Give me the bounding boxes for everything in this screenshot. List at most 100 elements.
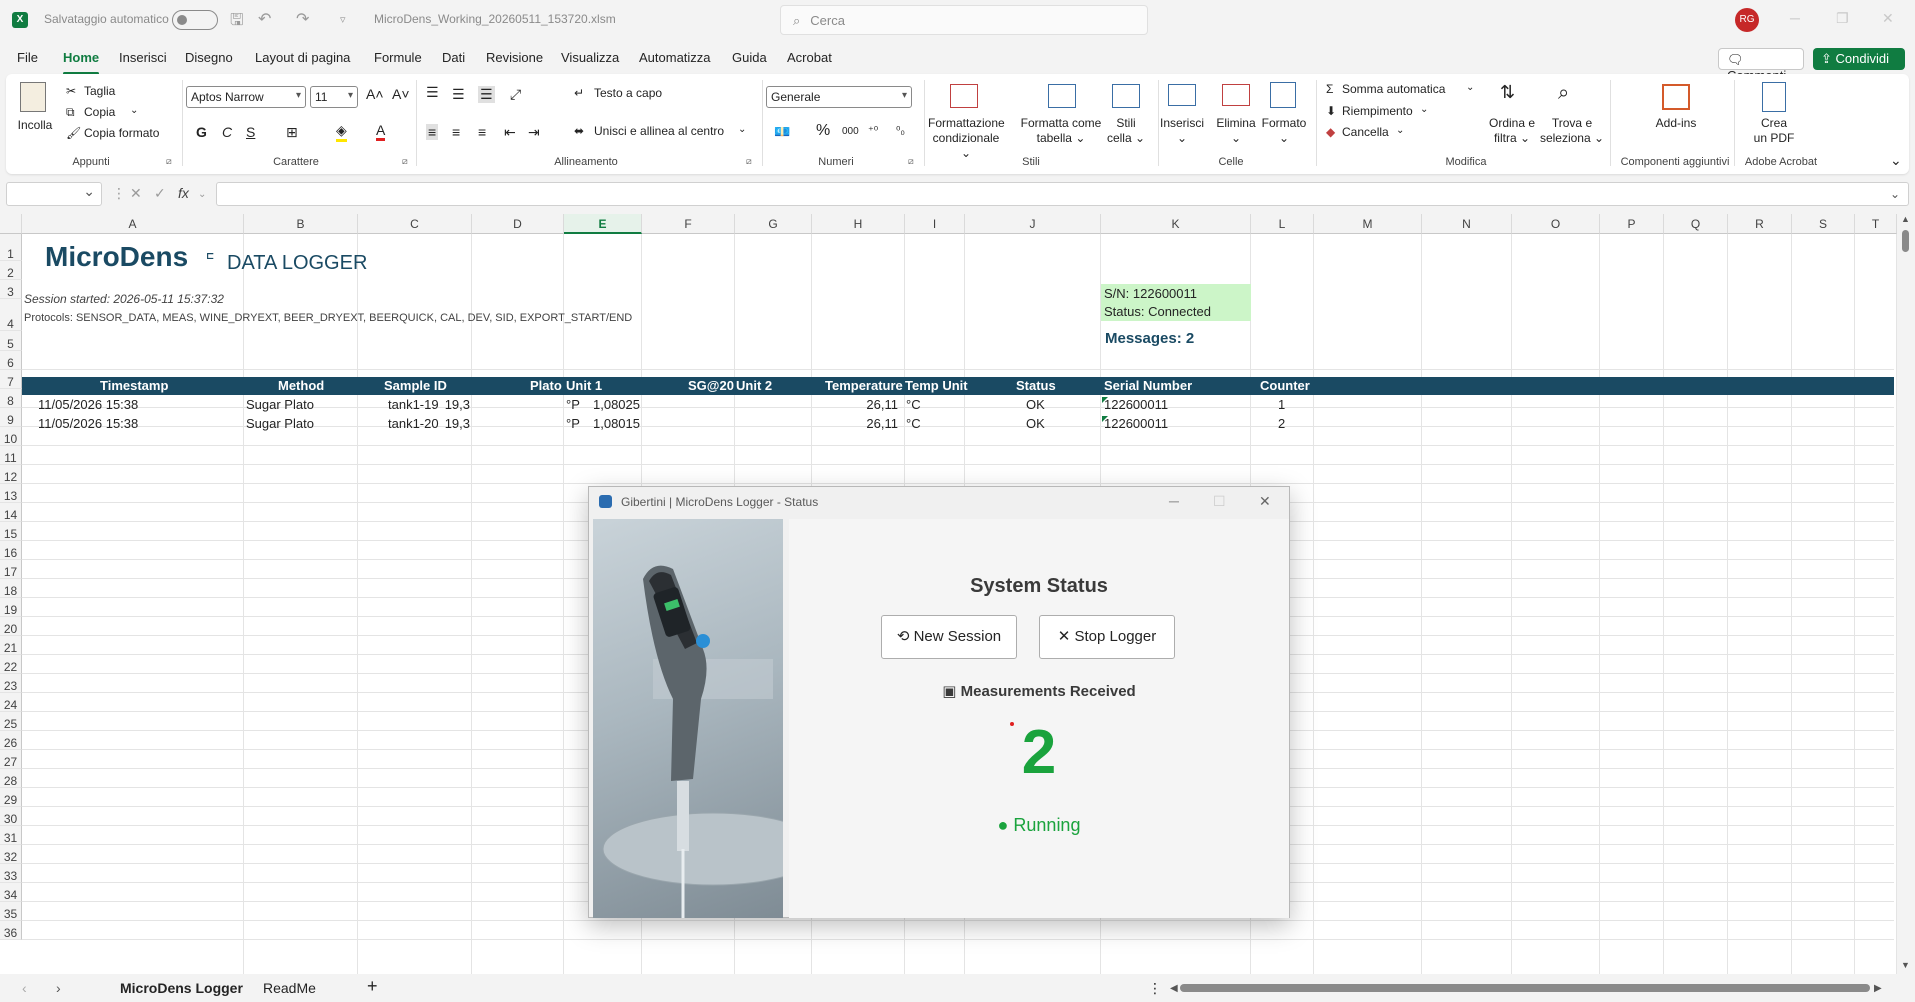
close-icon[interactable]: ✕: [1882, 10, 1894, 27]
insert-cells-button[interactable]: Inserisci ⌄: [1158, 116, 1206, 146]
tab-file[interactable]: File: [17, 50, 38, 65]
cell-plato[interactable]: 19,3: [380, 396, 470, 414]
cell-status[interactable]: OK: [1026, 415, 1045, 433]
scroll-thumb[interactable]: [1902, 230, 1909, 252]
thousands-icon[interactable]: 000: [842, 126, 859, 137]
column-header[interactable]: G: [735, 214, 812, 234]
percent-icon[interactable]: %: [816, 122, 830, 140]
scroll-down-icon[interactable]: ▼: [1901, 960, 1910, 970]
column-header[interactable]: S: [1792, 214, 1855, 234]
horizontal-scrollbar[interactable]: [1180, 984, 1870, 992]
file-name[interactable]: MicroDens_Working_20260511_153720.xlsm: [374, 12, 616, 26]
column-header[interactable]: O: [1512, 214, 1600, 234]
alignment-launcher-icon[interactable]: ⧄: [746, 156, 752, 167]
column-header[interactable]: F: [642, 214, 735, 234]
font-name-select[interactable]: Aptos Narrow: [186, 86, 306, 108]
row-header[interactable]: 1: [0, 234, 22, 261]
fill-color-icon[interactable]: ◈: [336, 122, 347, 142]
delete-cells-button[interactable]: Elimina ⌄: [1212, 116, 1260, 146]
vertical-scrollbar[interactable]: ▲ ▼: [1897, 214, 1915, 974]
addins-button[interactable]: Add-ins: [1636, 116, 1716, 131]
row-header[interactable]: 4: [0, 299, 22, 331]
format-table-button[interactable]: Formatta come tabella ⌄: [1016, 116, 1106, 146]
row-header[interactable]: 17: [0, 560, 22, 579]
row-header[interactable]: 31: [0, 826, 22, 845]
tab-formulas[interactable]: Formule: [374, 50, 422, 65]
stop-logger-button[interactable]: ✕ Stop Logger: [1039, 615, 1175, 659]
row-header[interactable]: 2: [0, 261, 22, 280]
row-header[interactable]: 13: [0, 484, 22, 503]
align-top-icon[interactable]: ☰: [426, 84, 439, 101]
search-box[interactable]: ⌕ Cerca: [780, 5, 1148, 35]
number-format-select[interactable]: Generale: [766, 86, 912, 108]
more-options-icon[interactable]: ⋮: [112, 185, 126, 202]
prev-sheet-icon[interactable]: ‹: [22, 980, 27, 996]
sheet-tab-readme[interactable]: ReadMe: [263, 980, 316, 996]
undo-icon[interactable]: ↶: [258, 9, 271, 29]
column-header[interactable]: E: [564, 214, 642, 234]
cell-serial-number[interactable]: 122600011: [1104, 396, 1168, 414]
column-header[interactable]: R: [1728, 214, 1792, 234]
find-select-button[interactable]: Trova e seleziona ⌄: [1538, 116, 1606, 146]
row-header[interactable]: 29: [0, 788, 22, 807]
row-header[interactable]: 14: [0, 503, 22, 522]
row-header[interactable]: 27: [0, 750, 22, 769]
tabs-more-icon[interactable]: ⋮: [1148, 980, 1162, 997]
merge-center-button[interactable]: Unisci e allinea al centro: [594, 124, 724, 138]
borders-icon[interactable]: ⊞: [286, 124, 298, 141]
row-header[interactable]: 16: [0, 541, 22, 560]
format-cells-icon[interactable]: [1270, 82, 1296, 108]
row-header[interactable]: 12: [0, 465, 22, 484]
redo-icon[interactable]: ↷: [296, 9, 309, 29]
autosum-dropdown-icon[interactable]: ⌄: [1466, 82, 1474, 93]
column-header[interactable]: J: [965, 214, 1101, 234]
align-middle-icon[interactable]: ☰: [452, 86, 465, 103]
create-pdf-icon[interactable]: [1762, 82, 1786, 112]
row-header[interactable]: 23: [0, 674, 22, 693]
cell-sg20[interactable]: 1,08025: [550, 396, 640, 414]
font-launcher-icon[interactable]: ⧄: [402, 156, 408, 167]
row-header[interactable]: 3: [0, 280, 22, 299]
cell-counter[interactable]: 2: [1278, 415, 1285, 433]
copy-button[interactable]: Copia: [84, 105, 115, 119]
number-launcher-icon[interactable]: ⧄: [908, 156, 914, 167]
row-header[interactable]: 36: [0, 921, 22, 940]
row-header[interactable]: 7: [0, 370, 22, 389]
find-select-icon[interactable]: ⌕: [1558, 82, 1569, 105]
orientation-icon[interactable]: ⤢: [510, 86, 521, 103]
autosum-button[interactable]: Somma automatica: [1342, 82, 1445, 96]
tab-acrobat[interactable]: Acrobat: [787, 50, 832, 65]
align-center-icon[interactable]: ≡: [452, 124, 460, 140]
column-header[interactable]: B: [244, 214, 358, 234]
insert-function-icon[interactable]: fx: [178, 185, 189, 201]
next-sheet-icon[interactable]: ›: [56, 980, 61, 996]
autosave-toggle[interactable]: [172, 10, 218, 30]
column-header[interactable]: T: [1855, 214, 1897, 234]
column-header[interactable]: H: [812, 214, 905, 234]
dialog-minimize-icon[interactable]: ─: [1169, 493, 1179, 509]
fill-button[interactable]: Riempimento: [1342, 104, 1413, 118]
tab-page-layout[interactable]: Layout di pagina: [255, 50, 350, 65]
clear-button[interactable]: Cancella: [1342, 125, 1389, 139]
row-header[interactable]: 35: [0, 902, 22, 921]
row-header[interactable]: 15: [0, 522, 22, 541]
user-avatar[interactable]: RG: [1735, 8, 1759, 32]
font-size-select[interactable]: 11: [310, 86, 358, 108]
cell-status[interactable]: OK: [1026, 396, 1045, 414]
formula-input[interactable]: [216, 182, 1909, 206]
cell-method[interactable]: Sugar Plato: [246, 415, 314, 433]
currency-icon[interactable]: 💶: [774, 124, 790, 140]
column-header[interactable]: I: [905, 214, 965, 234]
cell-counter[interactable]: 1: [1278, 396, 1285, 414]
column-header[interactable]: D: [472, 214, 564, 234]
cell-timestamp[interactable]: 11/05/2026 15:38: [38, 396, 138, 414]
row-header[interactable]: 20: [0, 617, 22, 636]
tab-home[interactable]: Home: [63, 50, 100, 75]
italic-button[interactable]: C: [222, 124, 232, 140]
cut-button[interactable]: Taglia: [84, 84, 115, 98]
tab-insert[interactable]: Inserisci: [119, 50, 167, 65]
tab-review[interactable]: Revisione: [486, 50, 543, 65]
column-header[interactable]: K: [1101, 214, 1251, 234]
add-sheet-icon[interactable]: +: [367, 976, 378, 997]
column-header[interactable]: N: [1422, 214, 1512, 234]
